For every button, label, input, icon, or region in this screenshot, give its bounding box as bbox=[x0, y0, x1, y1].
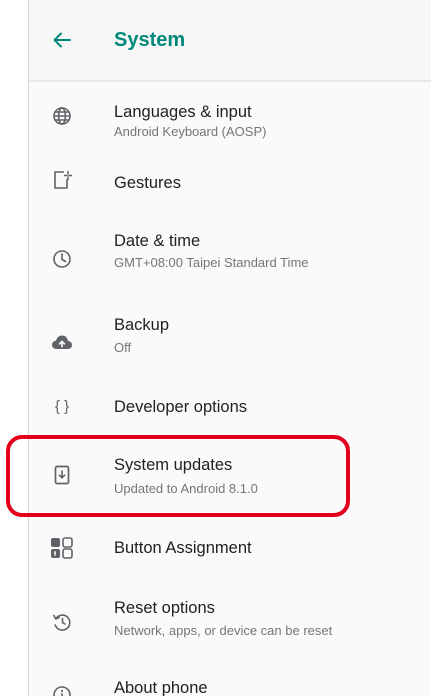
braces-icon: { } bbox=[49, 395, 75, 417]
clock-icon bbox=[51, 248, 73, 270]
settings-item-about-phone[interactable]: About phone bbox=[29, 661, 431, 696]
settings-item-subtitle: GMT+08:00 Taipei Standard Time bbox=[114, 255, 309, 270]
settings-item-title: Backup bbox=[114, 316, 170, 334]
page-title: System bbox=[114, 29, 186, 51]
svg-text:{ }: { } bbox=[55, 398, 69, 415]
settings-item-title: Developer options bbox=[114, 398, 247, 416]
settings-item-backup[interactable]: Backup Off bbox=[29, 296, 431, 380]
gestures-icon bbox=[51, 169, 73, 191]
app-bar: System bbox=[29, 0, 431, 81]
arrow-back-icon bbox=[53, 31, 71, 49]
globe-icon bbox=[51, 105, 73, 127]
settings-item-title: Date & time bbox=[114, 232, 201, 250]
settings-item-title: Languages & input bbox=[114, 103, 252, 121]
restore-icon bbox=[51, 611, 73, 633]
settings-item-title: Gestures bbox=[114, 174, 181, 192]
settings-screen: System Languages & input Android Keyboar… bbox=[28, 0, 431, 696]
settings-item-subtitle: Off bbox=[114, 340, 132, 355]
settings-item-languages-input[interactable]: Languages & input Android Keyboard (AOSP… bbox=[29, 82, 431, 148]
settings-item-button-assignment[interactable]: Button Assignment bbox=[29, 517, 431, 581]
cloud-upload-icon bbox=[51, 331, 73, 353]
settings-item-subtitle: Network, apps, or device can be reset bbox=[114, 623, 333, 638]
highlight-box bbox=[6, 435, 350, 517]
settings-item-title: Button Assignment bbox=[114, 539, 252, 557]
settings-item-developer-options[interactable]: { } Developer options bbox=[29, 380, 431, 435]
info-icon bbox=[51, 684, 73, 696]
settings-item-reset-options[interactable]: Reset options Network, apps, or device c… bbox=[29, 581, 431, 661]
settings-item-subtitle: Android Keyboard (AOSP) bbox=[114, 124, 267, 139]
settings-item-gestures[interactable]: Gestures bbox=[29, 148, 431, 218]
settings-item-date-time[interactable]: Date & time GMT+08:00 Taipei Standard Ti… bbox=[29, 218, 431, 296]
settings-item-title: Reset options bbox=[114, 599, 215, 617]
back-button[interactable] bbox=[48, 26, 76, 54]
button-assignment-icon bbox=[50, 537, 74, 559]
settings-item-title: About phone bbox=[114, 679, 208, 696]
